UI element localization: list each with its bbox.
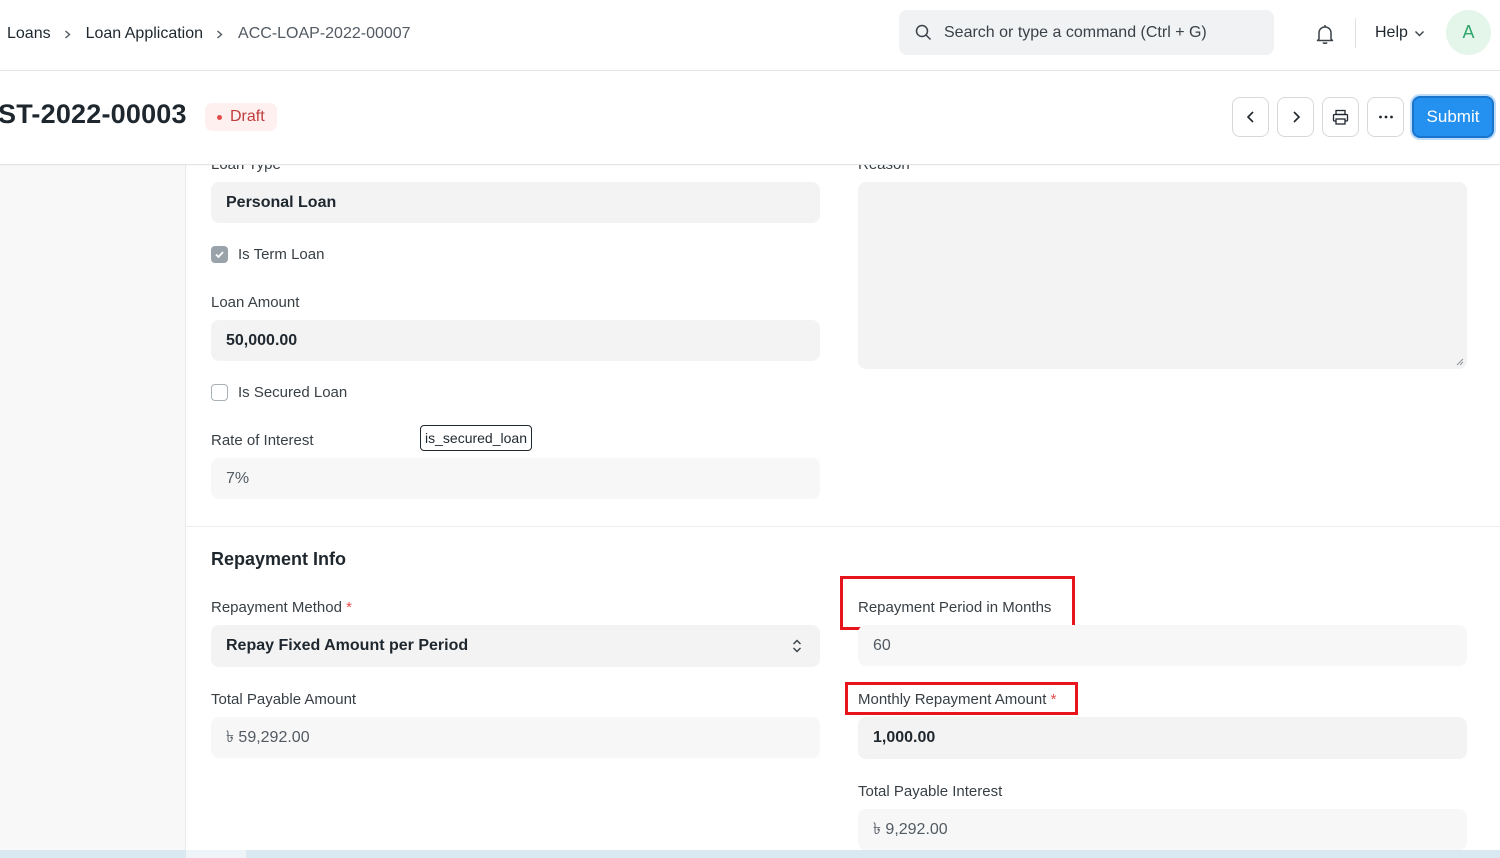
rate-of-interest-label: Rate of Interest xyxy=(211,432,314,449)
chevron-right-icon xyxy=(64,29,71,39)
previous-doc-button[interactable] xyxy=(1232,97,1269,137)
status-text: Draft xyxy=(230,108,265,125)
total-payable-amount-field: ৳ 59,292.00 xyxy=(211,717,820,758)
help-dropdown[interactable]: Help xyxy=(1375,22,1425,44)
more-actions-button[interactable] xyxy=(1367,97,1404,137)
breadcrumb-loans[interactable]: Loans xyxy=(7,25,51,43)
repayment-period-label: Repayment Period in Months xyxy=(858,599,1052,616)
repayment-method-label: Repayment Method * xyxy=(211,599,352,616)
is-secured-loan-label: Is Secured Loan xyxy=(238,384,348,401)
repayment-section-title: Repayment Info xyxy=(211,549,347,569)
breadcrumb: Loans Loan Application ACC-LOAP-2022-000… xyxy=(7,22,411,46)
breadcrumb-loan-application[interactable]: Loan Application xyxy=(86,25,203,43)
is-term-loan-label: Is Term Loan xyxy=(238,246,325,263)
chevron-down-icon xyxy=(1414,30,1424,36)
navbar-divider xyxy=(1355,18,1356,48)
page-head: ST-2022-00003 Draft Submit xyxy=(0,71,1500,165)
chevron-left-icon xyxy=(1246,111,1254,123)
bell-icon[interactable] xyxy=(1313,22,1337,46)
chevron-right-icon xyxy=(217,29,223,39)
check-icon xyxy=(215,251,224,259)
reason-textarea[interactable] xyxy=(858,182,1467,369)
submit-button[interactable]: Submit xyxy=(1412,96,1494,138)
page-title: ST-2022-00003 xyxy=(0,99,187,129)
required-mark: * xyxy=(346,599,352,616)
total-payable-interest-label: Total Payable Interest xyxy=(858,783,1003,800)
chevron-right-icon xyxy=(1292,111,1300,123)
required-mark: * xyxy=(1050,691,1057,708)
status-dot xyxy=(217,114,222,120)
breadcrumb-current[interactable]: ACC-LOAP-2022-00007 xyxy=(238,25,411,43)
help-label: Help xyxy=(1375,24,1408,41)
navbar: Loans Loan Application ACC-LOAP-2022-000… xyxy=(0,0,1500,71)
is-term-loan-checkbox[interactable] xyxy=(211,246,228,263)
search-icon xyxy=(915,24,932,41)
printer-icon xyxy=(1332,109,1349,125)
bottom-scroll-thumb[interactable] xyxy=(186,850,246,858)
ellipsis-icon xyxy=(1378,115,1393,119)
total-payable-amount-label: Total Payable Amount xyxy=(211,691,357,708)
resize-grip-icon[interactable] xyxy=(1455,357,1464,366)
monthly-repayment-field[interactable]: 1,000.00 xyxy=(858,717,1467,759)
loan-amount-field[interactable]: 50,000.00 xyxy=(211,320,820,361)
repayment-method-label-text: Repayment Method xyxy=(211,599,342,616)
repayment-method-value: Repay Fixed Amount per Period xyxy=(226,637,469,654)
repayment-period-field: 60 xyxy=(858,625,1467,666)
repayment-method-select[interactable]: Repay Fixed Amount per Period xyxy=(211,625,820,667)
select-arrows-icon xyxy=(793,639,801,653)
section-divider xyxy=(186,526,1500,527)
loan-amount-label: Loan Amount xyxy=(211,294,300,311)
monthly-repayment-label: Monthly Repayment Amount * xyxy=(858,691,1056,708)
total-payable-interest-field: ৳ 9,292.00 xyxy=(858,809,1467,850)
rate-of-interest-field: 7% xyxy=(211,458,820,499)
avatar[interactable]: A xyxy=(1446,10,1491,55)
is-secured-loan-checkbox[interactable] xyxy=(211,384,228,401)
next-doc-button[interactable] xyxy=(1277,97,1314,137)
print-button[interactable] xyxy=(1322,97,1359,137)
field-tooltip: is_secured_loan xyxy=(420,425,532,451)
loan-type-field[interactable]: Personal Loan xyxy=(211,182,820,223)
search-bar[interactable] xyxy=(899,10,1274,55)
status-badge: Draft xyxy=(205,103,277,131)
search-input[interactable] xyxy=(944,23,1264,42)
monthly-repayment-label-text: Monthly Repayment Amount xyxy=(858,691,1047,708)
